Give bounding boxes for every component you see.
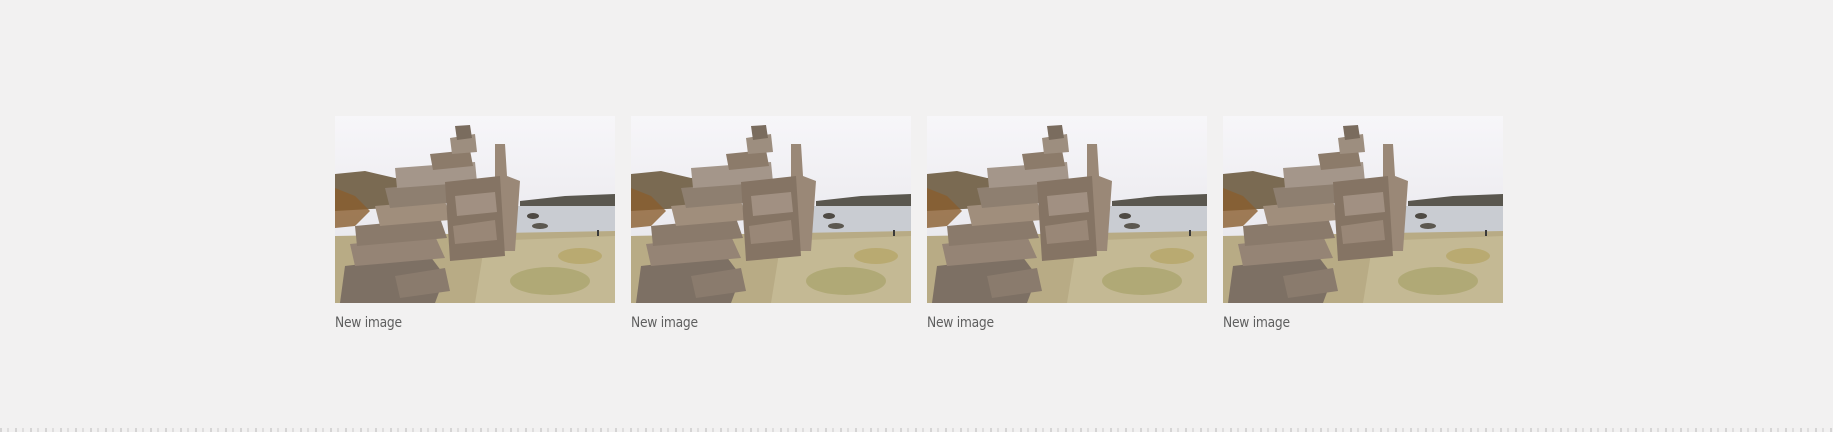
gallery-thumbnail[interactable] (631, 116, 911, 303)
gallery-thumbnail[interactable] (1223, 116, 1503, 303)
gallery-item[interactable]: New image (335, 116, 615, 331)
gallery-thumbnail[interactable] (335, 116, 615, 303)
gallery-item-caption: New image (631, 315, 698, 331)
cairn-photo-image (631, 116, 911, 303)
cairn-photo-image (927, 116, 1207, 303)
gallery-item-caption: New image (335, 315, 402, 331)
gallery-item-caption: New image (1223, 315, 1290, 331)
image-gallery: New image New image New image New image (335, 116, 1503, 331)
gallery-item[interactable]: New image (1223, 116, 1503, 331)
gallery-thumbnail[interactable] (927, 116, 1207, 303)
cairn-photo-image (1223, 116, 1503, 303)
gallery-item[interactable]: New image (927, 116, 1207, 331)
gallery-item-caption: New image (927, 315, 994, 331)
footer-text-strip (0, 428, 1833, 432)
gallery-item[interactable]: New image (631, 116, 911, 331)
cairn-photo-image (335, 116, 615, 303)
